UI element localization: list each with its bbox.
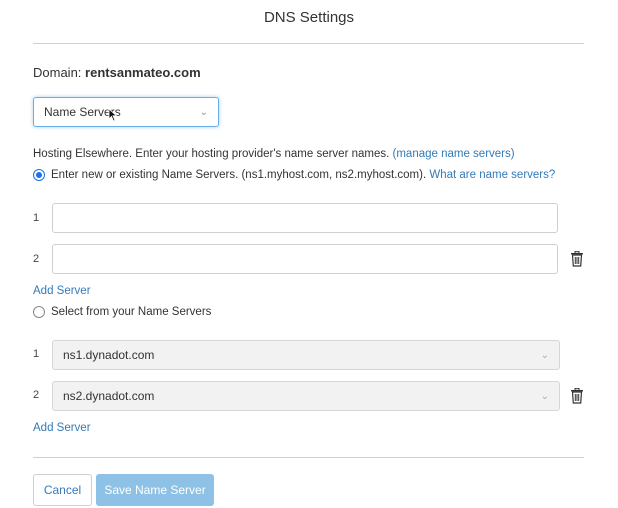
chevron-down-icon: ⌄ [540,349,549,361]
chevron-down-icon: ⌄ [540,390,549,402]
mouse-pointer-icon [108,108,118,122]
row-number: 1 [33,348,40,360]
name-server-1-value: ns1.dynadot.com [63,348,155,362]
manage-name-servers-link[interactable]: (manage name servers) [393,148,515,160]
name-server-2-select[interactable]: ns2.dynadot.com ⌄ [52,381,560,411]
cancel-button[interactable]: Cancel [33,474,92,506]
option-new-name-servers[interactable]: Enter new or existing Name Servers. (ns1… [33,169,555,181]
trash-icon[interactable] [570,251,584,267]
row-number: 2 [33,253,40,265]
dns-mode-select[interactable]: Name Servers ⌄ [33,97,219,127]
bottom-divider [33,457,584,458]
hosting-description: Hosting Elsewhere. Enter your hosting pr… [33,148,515,160]
name-server-2-value: ns2.dynadot.com [63,389,155,403]
option-new-label: Enter new or existing Name Servers. (ns1… [51,169,427,181]
top-divider [33,43,584,44]
name-server-2-input[interactable] [52,244,558,274]
radio-select-existing[interactable] [33,306,45,318]
add-server-link-existing[interactable]: Add Server [33,422,91,434]
radio-new-name-servers[interactable] [33,169,45,181]
domain-label: Domain: [33,65,82,80]
name-server-1-select[interactable]: ns1.dynadot.com ⌄ [52,340,560,370]
what-are-name-servers-link[interactable]: What are name servers? [429,169,555,181]
add-server-link-new[interactable]: Add Server [33,285,91,297]
chevron-down-icon: ⌄ [199,106,208,118]
name-server-1-input[interactable] [52,203,558,233]
row-number: 1 [33,212,40,224]
row-number: 2 [33,389,40,401]
domain-line: Domain: rentsanmateo.com [33,65,201,80]
option-select-existing[interactable]: Select from your Name Servers [33,306,211,318]
domain-value: rentsanmateo.com [85,65,201,80]
hosting-description-text: Hosting Elsewhere. Enter your hosting pr… [33,148,390,160]
trash-icon[interactable] [570,388,584,404]
dialog-title: DNS Settings [263,9,355,26]
save-name-server-button[interactable]: Save Name Server [96,474,214,506]
option-existing-label: Select from your Name Servers [51,306,212,318]
